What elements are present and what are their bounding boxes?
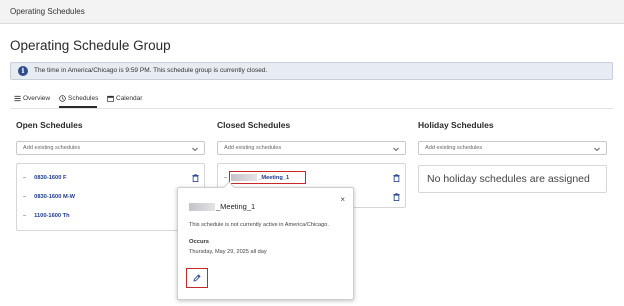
open-schedules-heading: Open Schedules <box>16 120 83 130</box>
schedule-link[interactable]: 0830-1600 F <box>34 175 66 181</box>
schedule-popover: _Meeting_1 × This schedule is not curren… <box>177 181 354 300</box>
close-icon[interactable]: × <box>340 195 345 204</box>
open-select-placeholder: Add existing schedules <box>23 145 81 151</box>
holiday-select-placeholder: Add existing schedules <box>425 145 483 151</box>
holiday-schedules-heading: Holiday Schedules <box>418 120 494 130</box>
trash-icon[interactable] <box>393 193 400 201</box>
chevron-down-icon <box>192 147 198 152</box>
info-icon: i <box>18 66 28 76</box>
tab-schedules[interactable]: Schedules <box>59 95 98 102</box>
status-banner: i The time in America/Chicago is 9:59 PM… <box>10 62 613 80</box>
schedule-link[interactable]: 1100-1600 Th <box>34 213 69 219</box>
tab-overview-label: Overview <box>23 95 51 102</box>
list-item: –0830-1600 F <box>23 175 67 181</box>
highlight-annotation <box>229 171 306 184</box>
tab-schedules-label: Schedules <box>68 95 99 102</box>
trash-icon[interactable] <box>192 174 199 182</box>
popover-title-text: _Meeting_1 <box>216 202 256 211</box>
tab-calendar[interactable]: Calendar <box>107 95 142 102</box>
popover-title: _Meeting_1 <box>189 202 256 212</box>
status-banner-text: The time in America/Chicago is 9:59 PM. … <box>34 67 268 74</box>
occurs-label: Occurs <box>189 239 209 245</box>
popover-description: This schedule is not currently active in… <box>189 222 329 228</box>
chevron-down-icon <box>393 147 399 152</box>
closed-schedules-select[interactable]: Add existing schedules <box>217 141 406 155</box>
clock-icon <box>59 95 66 102</box>
pencil-icon <box>193 274 201 282</box>
list-item: –1100-1600 Th <box>23 213 70 219</box>
trash-icon[interactable] <box>393 174 400 182</box>
top-bar: Operating Schedules <box>0 0 624 24</box>
tabs-divider <box>10 108 613 109</box>
holiday-schedules-empty: No holiday schedules are assigned <box>418 165 607 193</box>
edit-button[interactable] <box>186 268 208 288</box>
occurs-value: Thursday, May 29, 2025 all day <box>189 249 267 255</box>
holiday-schedules-select[interactable]: Add existing schedules <box>418 141 607 155</box>
page-title: Operating Schedule Group <box>10 38 171 53</box>
list-item: –0830-1600 M-W <box>23 194 75 200</box>
open-schedules-select[interactable]: Add existing schedules <box>16 141 205 155</box>
tab-overview[interactable]: Overview <box>14 95 50 102</box>
tab-calendar-label: Calendar <box>116 95 143 102</box>
schedule-link[interactable]: 0830-1600 M-W <box>34 194 75 200</box>
chevron-down-icon <box>594 147 600 152</box>
calendar-icon <box>107 95 114 102</box>
list-icon <box>14 95 21 102</box>
closed-schedules-heading: Closed Schedules <box>217 120 291 130</box>
closed-select-placeholder: Add existing schedules <box>224 145 282 151</box>
redacted-text <box>189 203 215 212</box>
app-title: Operating Schedules <box>10 7 85 16</box>
empty-message: No holiday schedules are assigned <box>427 173 590 185</box>
